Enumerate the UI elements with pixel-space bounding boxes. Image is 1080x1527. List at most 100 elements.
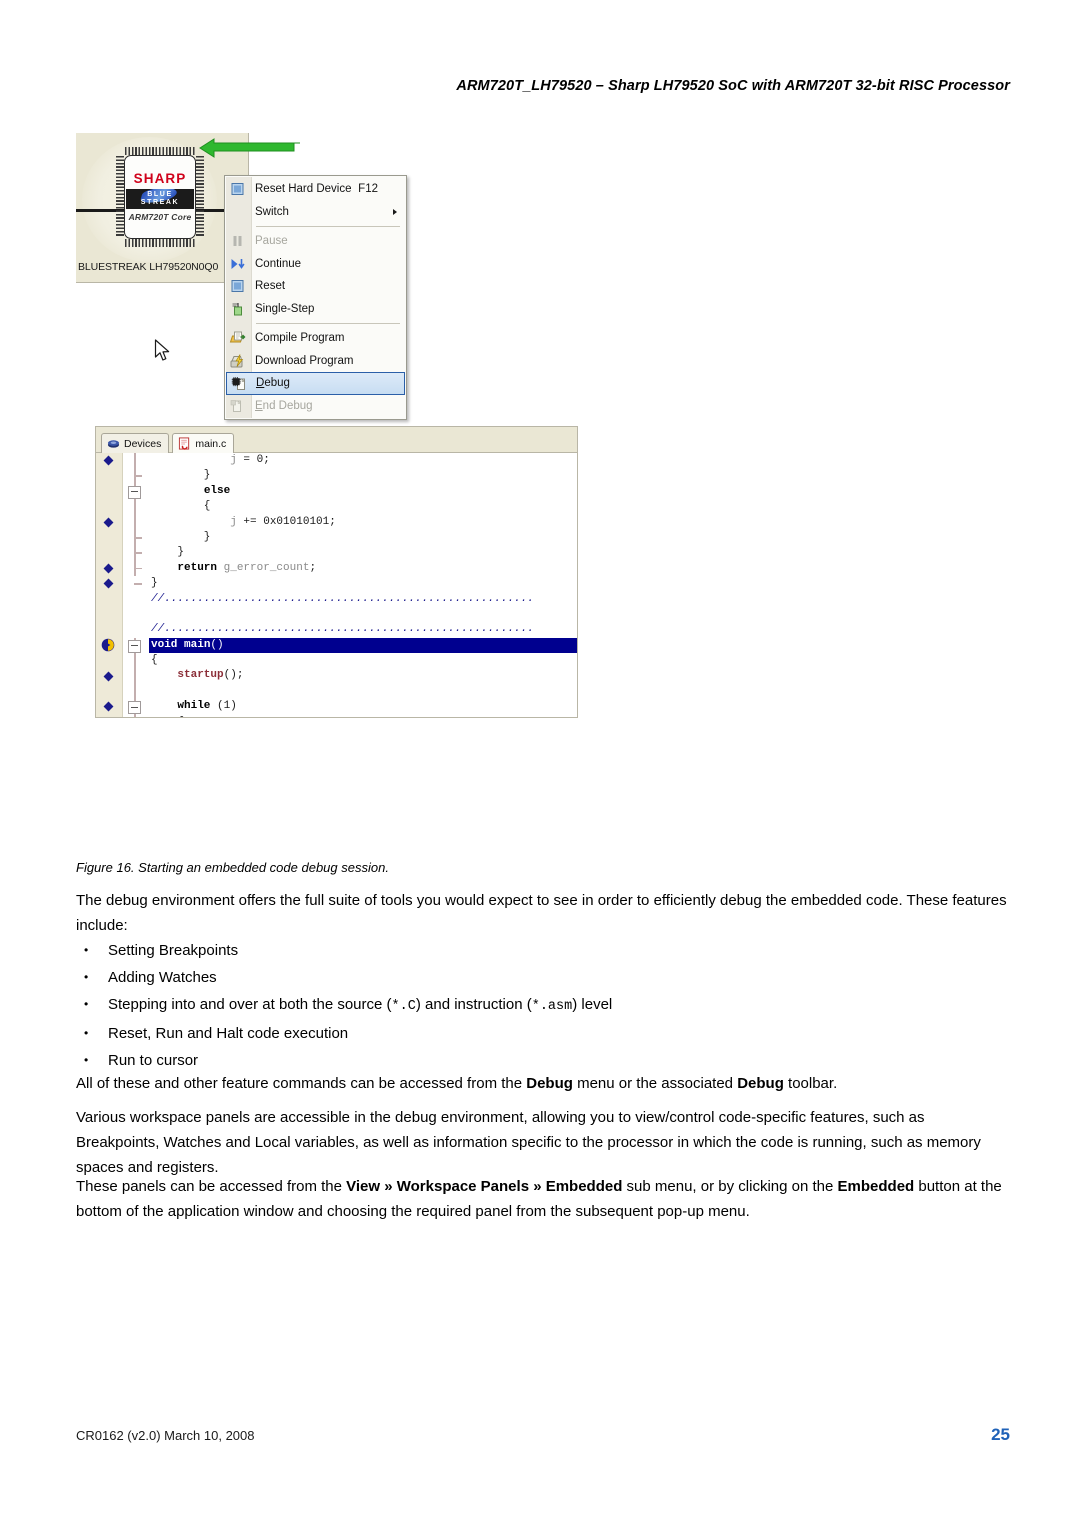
page-footer: CR0162 (v2.0) March 10, 2008 25 (76, 1425, 1010, 1445)
menu-item-debug[interactable]: Debug (226, 372, 405, 395)
blue-square-icon (231, 280, 244, 292)
fold-collapse-box[interactable] (128, 485, 141, 499)
menu-item-end-debug: End Debug (225, 395, 406, 418)
continue-icon (231, 258, 245, 269)
menu-item-reset[interactable]: Reset (225, 275, 406, 298)
compile-folder-icon (229, 331, 246, 343)
code-line[interactable]: //......................................… (149, 622, 577, 637)
debug-context-menu[interactable]: Reset Hard Device F12 Switch Pause Conti… (224, 175, 407, 420)
code-editor-panel[interactable]: Devices main.c j = 0; } else {j += 0x01… (95, 426, 578, 718)
bullet-code-asm: *.asm (531, 999, 573, 1014)
code-line[interactable]: { (149, 715, 577, 717)
download-lightning-icon (230, 353, 244, 367)
paragraph-debug-menu: All of these and other feature commands … (76, 1071, 1010, 1096)
code-line[interactable] (149, 684, 577, 699)
menu-separator (256, 226, 400, 227)
code-line[interactable]: //......................................… (149, 592, 577, 607)
menu-item-download-program[interactable]: Download Program (225, 350, 406, 373)
menu-item-reset-hard-device[interactable]: Reset Hard Device F12 (225, 178, 406, 201)
single-step-icon (232, 302, 242, 315)
c-source-file-icon (179, 437, 190, 450)
editor-tab-bar[interactable]: Devices main.c (96, 427, 577, 453)
code-line[interactable]: void main() (149, 637, 577, 654)
code-area[interactable]: j = 0; } else { j += 0x01010101; } } ret… (96, 453, 577, 717)
code-folding-gutter[interactable] (123, 453, 149, 717)
chip-core-label: ARM720T Core (128, 211, 192, 222)
breakpoint-marker-icon[interactable] (103, 578, 114, 589)
code-line[interactable]: j = 0; (149, 453, 577, 468)
chip-pins-bottom-icon (125, 239, 195, 247)
menu-item-accel: F12 (358, 183, 378, 196)
device-name-label: BLUESTREAK LH79520N0Q0 (78, 261, 219, 273)
mouse-cursor-icon (154, 339, 170, 361)
code-line[interactable]: while (1) (149, 699, 577, 714)
code-line[interactable]: } (149, 468, 577, 483)
figure-caption: Figure 16. Starting an embedded code deb… (76, 860, 389, 875)
menu-separator (256, 323, 400, 324)
paragraph-workspace-panels: Various workspace panels are accessible … (76, 1109, 981, 1176)
menu-item-label: Switch (255, 205, 289, 218)
code-text-lines[interactable]: j = 0; } else { j += 0x01010101; } } ret… (149, 453, 577, 717)
debug-chip-icon (231, 377, 246, 390)
breakpoint-marker-icon[interactable] (103, 701, 114, 712)
breakpoint-gutter[interactable] (96, 453, 123, 717)
code-line[interactable]: { (149, 499, 577, 514)
footer-page-number: 25 (991, 1425, 1010, 1444)
feature-bullet-list: Setting Breakpoints Adding Watches Stepp… (76, 937, 1010, 1074)
code-line[interactable]: } (149, 545, 577, 560)
list-item: Run to cursor (76, 1047, 1010, 1074)
para4-mid: sub menu, or by clicking on the (622, 1178, 838, 1195)
paragraph-intro: The debug environment offers the full su… (76, 892, 1007, 934)
menu-item-label: Single-Step (255, 302, 315, 315)
running-header: ARM720T_LH79520 – Sharp LH79520 SoC with… (456, 78, 1010, 94)
paragraph-panel-access: These panels can be accessed from the Vi… (76, 1174, 1010, 1224)
bullet-code-c: *.C (391, 999, 416, 1014)
para2-mid: menu or the associated (572, 1075, 738, 1092)
menu-item-label: Pause (255, 235, 288, 248)
para2-bold-debug-toolbar: Debug (737, 1075, 784, 1092)
code-line[interactable]: } (149, 576, 577, 591)
bullet-text-pre: Stepping into and over at both the sourc… (108, 996, 392, 1013)
code-line[interactable]: } (149, 530, 577, 545)
fold-tick (134, 475, 142, 477)
para4-bold-embedded: Embedded (837, 1178, 915, 1195)
menu-item-label: Download Program (255, 354, 354, 367)
list-item: Reset, Run and Halt code execution (76, 1020, 1010, 1047)
menu-item-mnemonic: E (255, 399, 263, 412)
breakpoint-marker-icon[interactable] (103, 455, 114, 466)
breakpoint-marker-icon[interactable] (103, 517, 114, 528)
breakpoint-marker-icon[interactable] (103, 671, 114, 682)
para2-post: toolbar. (783, 1075, 838, 1092)
fold-tick (134, 537, 142, 539)
code-line[interactable]: return g_error_count; (149, 561, 577, 576)
current-line-arrow-icon (101, 638, 115, 652)
chip-pins-right-icon (196, 156, 204, 236)
list-item: Stepping into and over at both the sourc… (76, 991, 1010, 1020)
para2-pre: All of these and other feature commands … (76, 1075, 527, 1092)
menu-item-pause: Pause (225, 230, 406, 253)
menu-item-switch[interactable]: Switch (225, 201, 406, 224)
tab-label: Devices (124, 437, 162, 450)
breakpoint-marker-icon[interactable] (103, 563, 114, 574)
menu-item-single-step[interactable]: Single-Step (225, 298, 406, 321)
chip-pins-left-icon (116, 156, 124, 236)
list-item: Adding Watches (76, 964, 1010, 991)
code-line[interactable]: j += 0x01010101; (149, 515, 577, 530)
code-line[interactable]: { (149, 653, 577, 668)
fold-collapse-box[interactable] (128, 639, 141, 653)
code-line[interactable] (149, 607, 577, 622)
para4-pre: These panels can be accessed from the (76, 1178, 347, 1195)
fold-collapse-box[interactable] (128, 701, 141, 715)
menu-item-label: Reset Hard Device (255, 183, 352, 196)
tab-devices[interactable]: Devices (101, 433, 170, 453)
tab-main-c[interactable]: main.c (172, 433, 235, 453)
sharp-logo: SHARP (133, 171, 187, 187)
menu-item-label: End Debug (255, 399, 313, 412)
bullet-text-mid: ) and instruction ( (415, 996, 532, 1013)
code-line[interactable]: else (149, 484, 577, 499)
menu-item-compile-program[interactable]: Compile Program (225, 327, 406, 350)
menu-item-continue[interactable]: Continue (225, 253, 406, 276)
devices-disc-icon (107, 440, 120, 448)
footer-doc-ref: CR0162 (v2.0) March 10, 2008 (76, 1428, 255, 1443)
code-line[interactable]: startup(); (149, 668, 577, 683)
